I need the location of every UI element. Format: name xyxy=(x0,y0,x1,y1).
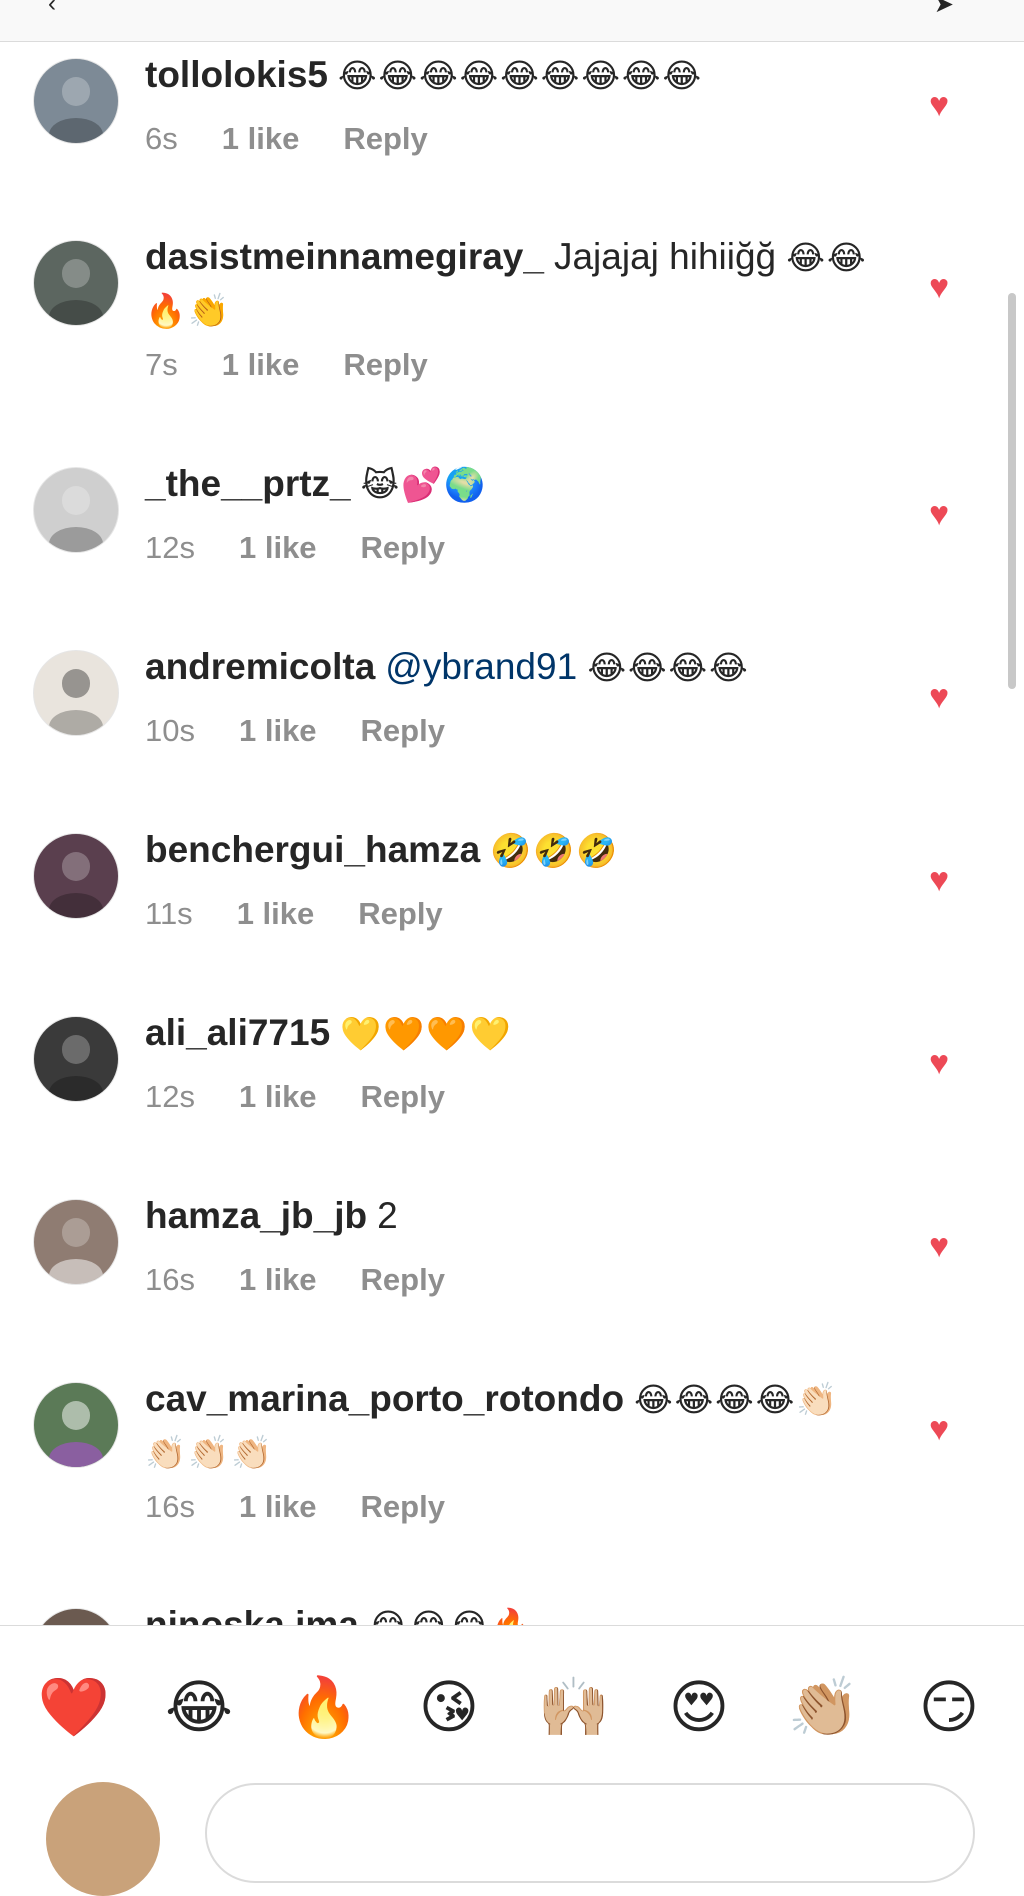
comment-likes[interactable]: 1 like xyxy=(222,347,300,383)
comments-list[interactable]: tollolokis5 😂😂😂😂😂😂😂😂😂 6s 1 like Reply ♥ das… xyxy=(0,41,1024,1625)
avatar[interactable] xyxy=(33,1382,119,1468)
comment-time: 16s xyxy=(145,1262,195,1297)
comment-text: ninoska.ima 😂😂😂🔥 xyxy=(145,1599,875,1625)
reply-button[interactable]: Reply xyxy=(343,347,427,383)
top-bar: ‹ ➤ xyxy=(0,0,1024,42)
comment-likes[interactable]: 1 like xyxy=(239,1489,317,1525)
comment-body: Jajajaj hihiiğğ xyxy=(553,236,777,277)
comment-username[interactable]: tollolokis5 xyxy=(145,54,328,95)
comment-likes[interactable]: 1 like xyxy=(237,896,315,932)
heart-eyes-reaction-icon[interactable]: 😍 xyxy=(659,1668,739,1748)
like-heart-icon[interactable]: ♥ xyxy=(929,1412,949,1446)
avatar[interactable] xyxy=(33,1199,119,1285)
reply-button[interactable]: Reply xyxy=(361,713,445,749)
comment-text: benchergui_hamza 🤣🤣🤣 xyxy=(145,824,875,877)
current-user-avatar xyxy=(46,1782,160,1896)
like-heart-icon[interactable]: ♥ xyxy=(929,88,949,122)
comment-username[interactable]: _the__prtz_ xyxy=(145,463,351,504)
comment-emoji: 😂😂😂🔥 xyxy=(369,1607,534,1625)
laughing-reaction-icon[interactable]: 😂 xyxy=(159,1668,239,1748)
comment-time: 6s xyxy=(145,121,178,156)
comment-meta: 11s 1 like Reply xyxy=(145,896,443,932)
like-heart-icon[interactable]: ♥ xyxy=(929,497,949,531)
reply-button[interactable]: Reply xyxy=(361,1262,445,1298)
comment-emoji: 🤣🤣🤣 xyxy=(490,832,620,869)
reply-button[interactable]: Reply xyxy=(361,1489,445,1525)
like-heart-icon[interactable]: ♥ xyxy=(929,1229,949,1263)
reply-button[interactable]: Reply xyxy=(361,530,445,566)
clapping-reaction-icon[interactable]: 👏🏼 xyxy=(784,1668,864,1748)
like-heart-icon[interactable]: ♥ xyxy=(929,1046,949,1080)
comment-time: 11s xyxy=(145,896,193,931)
avatar[interactable] xyxy=(33,650,119,736)
comment-text: ali_ali7715 💛🧡🧡💛 xyxy=(145,1007,875,1060)
comment-username[interactable]: dasistmeinnamegiray_ xyxy=(145,236,544,277)
comment-username[interactable]: hamza_jb_jb xyxy=(145,1195,367,1236)
comment-username[interactable]: benchergui_hamza xyxy=(145,829,480,870)
comment-text: andremicolta @ybrand91 😂😂😂😂 xyxy=(145,641,875,694)
like-heart-icon[interactable]: ♥ xyxy=(929,863,949,897)
avatar[interactable] xyxy=(33,1016,119,1102)
comment-time: 16s xyxy=(145,1489,195,1524)
comment-meta: 16s 1 like Reply xyxy=(145,1489,445,1525)
comment-likes[interactable]: 1 like xyxy=(239,1262,317,1298)
direct-send-icon[interactable]: ➤ xyxy=(934,0,954,19)
comment-meta: 10s 1 like Reply xyxy=(145,713,445,749)
comment-mention[interactable]: @ybrand91 xyxy=(385,646,577,687)
avatar[interactable] xyxy=(33,240,119,326)
raised-hands-reaction-icon[interactable]: 🙌🏼 xyxy=(534,1668,614,1748)
fire-reaction-icon[interactable]: 🔥 xyxy=(284,1668,364,1748)
heart-reaction-icon[interactable]: ❤️ xyxy=(34,1668,114,1748)
comment-text: _the__prtz_ 😹💕🌍 xyxy=(145,458,875,511)
comment-time: 10s xyxy=(145,713,195,748)
comment-likes[interactable]: 1 like xyxy=(239,1079,317,1115)
comment-emoji: 😹💕🌍 xyxy=(360,466,488,503)
kiss-reaction-icon[interactable]: 😘 xyxy=(409,1668,489,1748)
comment-text: tollolokis5 😂😂😂😂😂😂😂😂😂 xyxy=(145,49,875,102)
like-heart-icon[interactable]: ♥ xyxy=(929,270,949,304)
avatar[interactable] xyxy=(33,467,119,553)
comment-username[interactable]: andremicolta xyxy=(145,646,375,687)
reply-button[interactable]: Reply xyxy=(358,896,442,932)
comment-likes[interactable]: 1 like xyxy=(239,713,317,749)
reply-button[interactable]: Reply xyxy=(343,121,427,157)
comment-likes[interactable]: 1 like xyxy=(239,530,317,566)
comment-username[interactable]: ninoska.ima xyxy=(145,1604,359,1625)
comment-emoji: 💛🧡🧡💛 xyxy=(340,1015,513,1052)
comment-time: 12s xyxy=(145,1079,195,1114)
comment-time: 12s xyxy=(145,530,195,565)
like-heart-icon[interactable]: ♥ xyxy=(929,680,949,714)
avatar[interactable] xyxy=(33,58,119,144)
comment-meta: 12s 1 like Reply xyxy=(145,1079,445,1115)
comment-text: dasistmeinnamegiray_ Jajajaj hihiiğğ 😂😂🔥👏 xyxy=(145,231,875,337)
avatar[interactable] xyxy=(33,1608,119,1625)
comment-meta: 16s 1 like Reply xyxy=(145,1262,445,1298)
comment-meta: 6s 1 like Reply xyxy=(145,121,428,157)
comment-meta: 12s 1 like Reply xyxy=(145,530,445,566)
comment-username[interactable]: ali_ali7715 xyxy=(145,1012,330,1053)
back-arrow-icon[interactable]: ‹ xyxy=(48,0,56,18)
comment-text: hamza_jb_jb 2 xyxy=(145,1190,875,1242)
add-comment-input[interactable] xyxy=(205,1783,975,1883)
comment-emoji: 😂😂😂😂 xyxy=(587,649,750,686)
comment-time: 7s xyxy=(145,347,178,382)
scrollbar[interactable] xyxy=(1008,293,1016,689)
comment-meta: 7s 1 like Reply xyxy=(145,347,428,383)
comment-body: 2 xyxy=(377,1195,398,1236)
comment-emoji: 😂😂😂😂😂😂😂😂😂 xyxy=(337,57,704,94)
comment-username[interactable]: cav_marina_porto_rotondo xyxy=(145,1378,624,1419)
smirk-reaction-icon[interactable]: 😏 xyxy=(909,1668,989,1748)
comment-likes[interactable]: 1 like xyxy=(222,121,300,157)
reply-button[interactable]: Reply xyxy=(361,1079,445,1115)
avatar[interactable] xyxy=(33,833,119,919)
comment-text: cav_marina_porto_rotondo 😂😂😂😂👏🏻👏🏻👏🏻👏🏻 xyxy=(145,1373,875,1479)
